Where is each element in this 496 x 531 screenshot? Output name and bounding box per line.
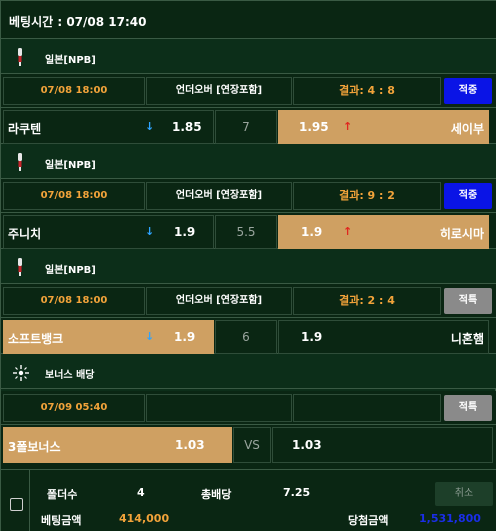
away-option[interactable]: 1.9 ↑ 히로시마 bbox=[278, 215, 489, 249]
baseball-bat-icon bbox=[18, 153, 22, 171]
baseball-bat-icon bbox=[18, 258, 22, 276]
league-name: 일본[NPB] bbox=[45, 265, 96, 276]
bonus-time: 07/09 05:40 bbox=[3, 394, 145, 422]
bonus-odds: 1.03 bbox=[175, 438, 205, 452]
baseball-bat-icon bbox=[18, 48, 22, 66]
bet-slip: 베팅시간 : 07/08 17:40 일본[NPB] 07/08 18:00 언… bbox=[0, 0, 496, 531]
line-value: 6 bbox=[215, 320, 277, 354]
sparkle-icon bbox=[13, 365, 29, 381]
bet-time-header: 베팅시간 : 07/08 17:40 bbox=[1, 1, 496, 39]
bet-type: 언더오버 [연장포함] bbox=[146, 287, 292, 315]
game-time: 07/08 18:00 bbox=[3, 182, 145, 210]
arrow-up-icon: ↑ bbox=[343, 225, 353, 238]
game-info-row: 07/08 18:00 언더오버 [연장포함] 결과: 4 : 8 적중 bbox=[1, 74, 496, 108]
home-team: 소프트뱅크 bbox=[8, 332, 64, 346]
home-option[interactable]: 주니치 ↓ 1.9 bbox=[3, 215, 214, 249]
game-info-row: 07/08 18:00 언더오버 [연장포함] 결과: 2 : 4 적특 bbox=[1, 284, 496, 318]
bet-type: 언더오버 [연장포함] bbox=[146, 77, 292, 105]
game-result: 결과: 4 : 8 bbox=[293, 77, 441, 105]
bet-amount-value: 414,000 bbox=[119, 512, 170, 525]
away-odds: 1.9 bbox=[301, 330, 323, 344]
away-team: 세이부 bbox=[450, 122, 484, 136]
cancel-button[interactable]: 취소 bbox=[435, 482, 493, 506]
home-team: 라쿠텐 bbox=[8, 122, 42, 136]
home-option[interactable]: 소프트뱅크 ↓ 1.9 bbox=[3, 320, 214, 354]
bet-amount-label: 베팅금액 bbox=[41, 514, 82, 527]
game-time: 07/08 18:00 bbox=[3, 77, 145, 105]
arrow-up-icon: ↑ bbox=[343, 120, 353, 133]
total-odds-value: 7.25 bbox=[283, 486, 311, 499]
bet-row: 주니치 ↓ 1.9 5.5 1.9 ↑ 히로시마 bbox=[1, 213, 496, 249]
arrow-down-icon: ↓ bbox=[145, 225, 155, 238]
status-badge: 적특 bbox=[444, 288, 492, 314]
total-odds-label: 총배당 bbox=[201, 488, 232, 501]
league-header: 일본[NPB] bbox=[1, 144, 496, 179]
bet-time-title: 베팅시간 : 07/08 17:40 bbox=[9, 15, 147, 29]
footer-divider bbox=[29, 470, 30, 531]
win-amount-value: 1,531,800 bbox=[419, 512, 481, 525]
line-value: 7 bbox=[215, 110, 277, 144]
folders-value: 4 bbox=[137, 486, 145, 499]
game-result: 결과: 2 : 4 bbox=[293, 287, 441, 315]
away-team: 히로시마 bbox=[439, 227, 484, 241]
vs-label: VS bbox=[233, 427, 271, 463]
bonus-bet-row: 3폴보너스 1.03 VS 1.03 bbox=[1, 425, 496, 469]
league-name: 일본[NPB] bbox=[45, 160, 96, 171]
home-odds: 1.9 bbox=[174, 330, 196, 344]
status-badge: 적중 bbox=[444, 78, 492, 104]
away-odds: 1.95 bbox=[299, 120, 329, 134]
bonus-name: 3폴보너스 bbox=[8, 440, 61, 454]
status-badge: 적중 bbox=[444, 183, 492, 209]
game-result: 결과: 9 : 2 bbox=[293, 182, 441, 210]
arrow-down-icon: ↓ bbox=[145, 330, 155, 343]
bonus-home-option[interactable]: 3폴보너스 1.03 bbox=[3, 427, 232, 463]
game-info-row: 07/08 18:00 언더오버 [연장포함] 결과: 9 : 2 적중 bbox=[1, 179, 496, 213]
league-header: 일본[NPB] bbox=[1, 39, 496, 74]
bonus-info-row: 07/09 05:40 적특 bbox=[1, 391, 496, 425]
bet-row: 라쿠텐 ↓ 1.85 7 1.95 ↑ 세이부 bbox=[1, 108, 496, 144]
away-option[interactable]: 1.9 니혼햄 bbox=[278, 320, 489, 354]
bonus-label: 보너스 배당 bbox=[45, 370, 95, 381]
home-team: 주니치 bbox=[8, 227, 42, 241]
bonus-type-cell bbox=[146, 394, 292, 422]
line-value: 5.5 bbox=[215, 215, 277, 249]
home-option[interactable]: 라쿠텐 ↓ 1.85 bbox=[3, 110, 214, 144]
away-option[interactable]: 1.95 ↑ 세이부 bbox=[278, 110, 489, 144]
folders-label: 폴더수 bbox=[47, 488, 78, 501]
away-team: 니혼햄 bbox=[450, 332, 484, 346]
select-all-checkbox[interactable] bbox=[10, 498, 23, 511]
bonus-result-cell bbox=[293, 394, 441, 422]
bonus-away-odds: 1.03 bbox=[292, 438, 322, 452]
bet-summary-footer: 폴더수 4 총배당 7.25 취소 베팅금액 414,000 당첨금액 1,53… bbox=[1, 469, 496, 531]
home-odds: 1.9 bbox=[174, 225, 196, 239]
league-header: 일본[NPB] bbox=[1, 249, 496, 284]
away-odds: 1.9 bbox=[301, 225, 323, 239]
home-odds: 1.85 bbox=[172, 120, 202, 134]
status-badge: 적특 bbox=[444, 395, 492, 421]
league-name: 일본[NPB] bbox=[45, 55, 96, 66]
bet-row: 소프트뱅크 ↓ 1.9 6 1.9 니혼햄 bbox=[1, 318, 496, 354]
arrow-down-icon: ↓ bbox=[145, 120, 155, 133]
bonus-away-option[interactable]: 1.03 bbox=[272, 427, 493, 463]
win-amount-label: 당첨금액 bbox=[348, 514, 389, 527]
bonus-header: 보너스 배당 bbox=[1, 354, 496, 389]
bet-type: 언더오버 [연장포함] bbox=[146, 182, 292, 210]
game-time: 07/08 18:00 bbox=[3, 287, 145, 315]
